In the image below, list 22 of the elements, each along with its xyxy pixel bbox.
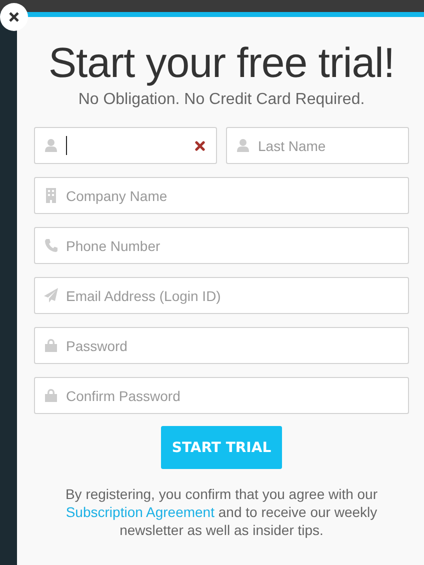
dialog-subtitle: No Obligation. No Credit Card Required. xyxy=(78,91,365,109)
building-icon xyxy=(44,188,58,203)
text-field[interactable]: Email Address (Login ID) xyxy=(34,277,409,314)
text-field[interactable]: Password xyxy=(34,327,409,364)
text-field[interactable]: Last Name xyxy=(226,127,409,164)
legal-notice: By registering, you confirm that you agree with our Subscription Agreement and to receive our weekly newsletter as well as insider tips. xyxy=(64,485,379,539)
subscription-agreement-link[interactable]: Subscription Agreement xyxy=(66,504,214,520)
lock-icon xyxy=(44,388,58,403)
dialog-title: Start your free trial! xyxy=(48,39,395,87)
lock-icon xyxy=(44,338,58,353)
text-cursor xyxy=(66,136,67,155)
error-x-icon xyxy=(195,141,205,151)
text-field[interactable]: Phone Number xyxy=(34,227,409,264)
text-field[interactable] xyxy=(34,127,217,164)
text-field[interactable]: Confirm Password xyxy=(34,377,409,414)
start-trial-button[interactable]: START TRIAL xyxy=(161,426,282,469)
text-field[interactable]: Company Name xyxy=(34,177,409,214)
paper-plane-icon xyxy=(44,288,58,303)
person-icon xyxy=(236,138,250,153)
close-icon[interactable] xyxy=(0,3,28,31)
phone-icon xyxy=(44,238,58,253)
person-icon xyxy=(44,138,58,153)
